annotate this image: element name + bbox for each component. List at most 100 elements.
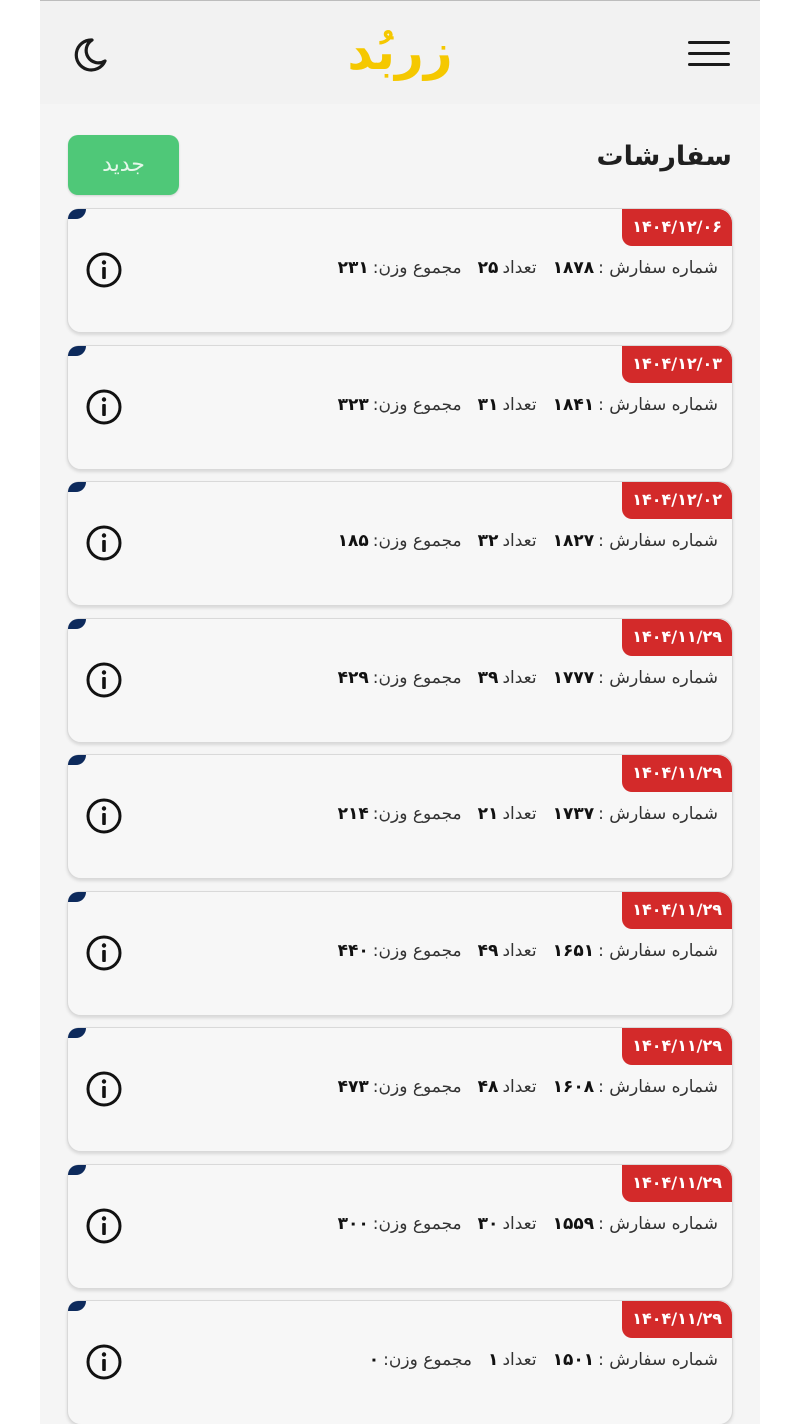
card-corner-accent <box>68 209 86 219</box>
card-corner-accent <box>68 1028 86 1038</box>
logo: زربُد <box>347 23 452 81</box>
count-label: تعداد <box>502 1350 537 1370</box>
order-card[interactable]: ۱۴۰۴/۱۲/۰۶ شماره سفارش :۱۸۷۸ تعداد۲۵ مجموع… <box>67 208 733 333</box>
order-date-badge: ۱۴۰۴/۱۲/۰۲ <box>622 482 732 519</box>
total-weight-value: ۴۲۹ <box>337 667 369 688</box>
info-icon[interactable] <box>85 524 123 562</box>
total-weight-value: ۰ <box>368 1350 380 1370</box>
count-label: تعداد <box>502 531 537 551</box>
info-icon[interactable] <box>85 1343 123 1381</box>
order-card[interactable]: ۱۴۰۴/۱۱/۲۹ شماره سفارش :۱۶۵۱ تعداد۴۹ مجموع… <box>67 890 733 1016</box>
info-icon[interactable] <box>85 1070 123 1108</box>
app-frame: زربُد سفارشات جدید ۱۴۰۴/۱۲/۰۶ شماره سفار… <box>40 0 760 1424</box>
total-weight-label: مجموع وزن: <box>372 804 462 824</box>
count-value: ۳۰ <box>477 1213 499 1234</box>
order-number-label: شماره سفارش : <box>598 394 718 415</box>
info-icon[interactable] <box>85 661 123 699</box>
total-weight-label: مجموع وزن: <box>372 940 462 961</box>
order-summary: شماره سفارش :۱۷۷۷ تعداد۳۹ مجموع وزن:۴۲۹ <box>334 668 718 688</box>
page-title: سفارشات <box>596 141 733 172</box>
total-weight-label: مجموع وزن: <box>372 667 462 688</box>
card-corner-accent <box>68 1301 86 1311</box>
info-icon[interactable] <box>85 1207 123 1245</box>
hamburger-icon[interactable] <box>688 41 732 73</box>
total-weight-value: ۳۰۰ <box>337 1213 369 1234</box>
hamburger-line <box>688 41 730 44</box>
count-value: ۱ <box>488 1350 499 1370</box>
order-date-badge: ۱۴۰۴/۱۲/۰۶ <box>622 209 732 246</box>
order-card[interactable]: ۱۴۰۴/۱۱/۲۹ شماره سفارش :۱۷۳۷ تعداد۲۱ مجموع… <box>67 754 733 879</box>
count-value: ۴۹ <box>477 940 499 961</box>
info-icon[interactable] <box>85 797 123 835</box>
order-list: ۱۴۰۴/۱۲/۰۶ شماره سفارش :۱۸۷۸تعداد۲۵مجموع… <box>67 208 733 1424</box>
order-number-value: ۱۶۰۸ <box>552 1077 595 1097</box>
total-weight-value: ۱۸۵ <box>337 531 369 551</box>
order-date-badge: ۱۴۰۴/۱۱/۲۹ <box>622 1028 732 1065</box>
total-weight-label: مجموع وزن: <box>372 1213 462 1234</box>
count-label: تعداد <box>502 258 537 278</box>
order-number-value: ۱۸۷۸ <box>552 258 595 278</box>
order-summary: شماره سفارش :۱۵۵۹ تعداد۳۰ مجموع وزن:۳۰۰ <box>334 1214 718 1234</box>
total-weight-value: ۲۱۴ <box>337 804 369 824</box>
order-date-badge: ۱۴۰۴/۱۱/۲۹ <box>622 891 732 929</box>
order-number-value: ۱۷۷۷ <box>552 667 595 688</box>
moon-icon[interactable] <box>70 35 110 75</box>
new-order-button[interactable]: جدید <box>68 135 179 195</box>
hamburger-line <box>688 63 730 66</box>
count-label: تعداد <box>502 1077 537 1097</box>
count-label: تعداد <box>502 394 537 415</box>
order-summary: شماره سفارش :۱۸۷۸ تعداد۲۵ مجموع وزن:۲۳۱ <box>334 258 718 278</box>
order-number-value: ۱۸۲۷ <box>552 531 595 551</box>
order-card[interactable]: ۱۴۰۴/۱۱/۲۹ شماره سفارش :۱۷۷۷ تعداد۳۹ مجموع… <box>67 617 733 743</box>
count-value: ۳۱ <box>477 394 499 415</box>
app-header: زربُد <box>40 1 760 104</box>
card-corner-accent <box>68 1164 86 1175</box>
count-label: تعداد <box>502 1213 537 1234</box>
order-date-badge: ۱۴۰۴/۱۱/۲۹ <box>622 1301 732 1338</box>
total-weight-label: مجموع وزن: <box>383 1350 473 1370</box>
order-card[interactable]: ۱۴۰۴/۱۱/۲۹ شماره سفارش :۱۵۰۱ تعداد۱ مجموع … <box>67 1300 733 1424</box>
total-weight-label: مجموع وزن: <box>372 258 462 278</box>
order-number-value: ۱۶۵۱ <box>552 940 595 961</box>
order-number-label: شماره سفارش : <box>598 1350 718 1370</box>
order-card[interactable]: ۱۴۰۴/۱۱/۲۹ شماره سفارش :۱۶۰۸ تعداد۴۸ مجموع… <box>67 1027 733 1152</box>
count-value: ۲۱ <box>477 804 499 824</box>
count-value: ۳۹ <box>477 667 499 688</box>
order-number-label: شماره سفارش : <box>598 667 718 688</box>
card-corner-accent <box>68 891 86 902</box>
card-corner-accent <box>68 345 86 356</box>
card-corner-accent <box>68 618 86 629</box>
card-corner-accent <box>68 482 86 492</box>
count-value: ۴۸ <box>477 1077 499 1097</box>
order-date-badge: ۱۴۰۴/۱۱/۲۹ <box>622 755 732 792</box>
hamburger-line <box>688 52 730 55</box>
order-number-label: شماره سفارش : <box>598 1077 718 1097</box>
total-weight-label: مجموع وزن: <box>372 531 462 551</box>
count-label: تعداد <box>502 940 537 961</box>
total-weight-value: ۴۴۰ <box>337 940 369 961</box>
order-number-value: ۱۸۴۱ <box>552 394 595 415</box>
order-number-label: شماره سفارش : <box>598 804 718 824</box>
order-date-badge: ۱۴۰۴/۱۱/۲۹ <box>622 1164 732 1202</box>
total-weight-value: ۳۲۳ <box>337 394 369 415</box>
count-label: تعداد <box>502 804 537 824</box>
order-number-label: شماره سفارش : <box>598 1213 718 1234</box>
total-weight-label: مجموع وزن: <box>372 394 462 415</box>
total-weight-value: ۴۷۳ <box>337 1077 369 1097</box>
info-icon[interactable] <box>85 934 123 972</box>
order-card[interactable]: ۱۴۰۴/۱۲/۰۲ شماره سفارش :۱۸۲۷ تعداد۳۲ مجموع… <box>67 481 733 606</box>
order-number-value: ۱۷۳۷ <box>552 804 595 824</box>
order-card[interactable]: ۱۴۰۴/۱۱/۲۹ شماره سفارش :۱۵۵۹ تعداد۳۰ مجموع… <box>67 1163 733 1289</box>
order-summary: شماره سفارش :۱۵۰۱ تعداد۱ مجموع وزن:۰ <box>365 1350 718 1370</box>
order-summary: شماره سفارش :۱۶۵۱ تعداد۴۹ مجموع وزن:۴۴۰ <box>334 941 718 961</box>
order-date-badge: ۱۴۰۴/۱۱/۲۹ <box>622 618 732 656</box>
order-summary: شماره سفارش :۱۶۰۸ تعداد۴۸ مجموع وزن:۴۷۳ <box>334 1077 718 1097</box>
info-icon[interactable] <box>85 251 123 289</box>
order-date-badge: ۱۴۰۴/۱۲/۰۳ <box>622 345 732 383</box>
info-icon[interactable] <box>85 388 123 426</box>
order-summary: شماره سفارش :۱۸۲۷ تعداد۳۲ مجموع وزن:۱۸۵ <box>334 531 718 551</box>
order-number-label: شماره سفارش : <box>598 940 718 961</box>
order-card[interactable]: ۱۴۰۴/۱۲/۰۳ شماره سفارش :۱۸۴۱ تعداد۳۱ مجموع… <box>67 344 733 470</box>
logo-text: زربُد <box>347 23 452 81</box>
count-label: تعداد <box>502 667 537 688</box>
